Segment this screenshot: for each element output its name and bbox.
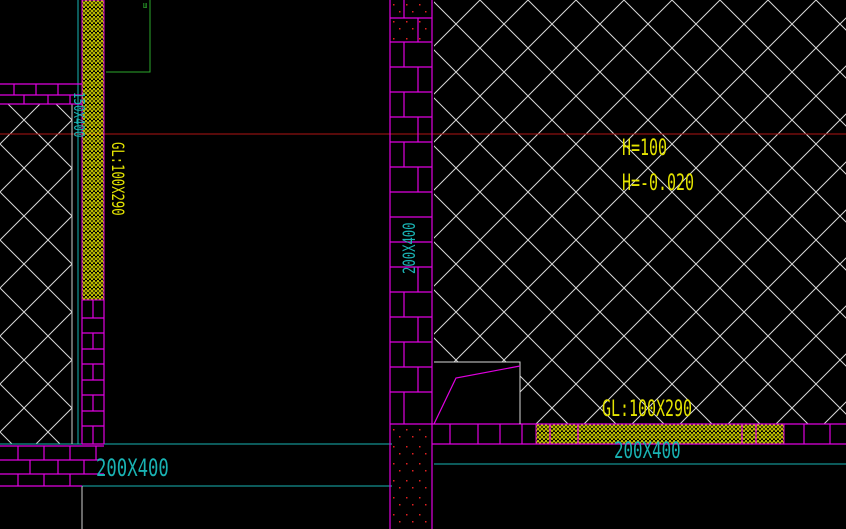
step-cover-black bbox=[434, 362, 520, 424]
left-inner-wall bbox=[81, 0, 105, 445]
lintel-label-vertical: GL:100X290 bbox=[107, 142, 127, 216]
cad-drawing-canvas[interactable]: Ш GL:100X290 150X400 200X400 200X400 H=1… bbox=[0, 0, 846, 529]
hatch-right-room bbox=[434, 0, 846, 424]
beam-label-left-bottom: 200X400 bbox=[96, 454, 169, 482]
column-dots-bottom bbox=[392, 424, 432, 529]
beam-label-center-vertical: 200X400 bbox=[400, 222, 420, 274]
left-bottom-brick-row bbox=[0, 445, 104, 487]
beam-label-left-vertical: 150X400 bbox=[69, 92, 86, 137]
elevation-height-label: H=100 bbox=[622, 136, 667, 161]
column-dots-top bbox=[392, 0, 432, 42]
lintel-label-horizontal: GL:100X290 bbox=[602, 397, 692, 422]
beam-label-right-bottom: 200X400 bbox=[614, 437, 681, 463]
hatch-left-room bbox=[0, 104, 72, 444]
green-bracket-mark: Ш bbox=[143, 2, 147, 10]
green-bracket bbox=[106, 0, 151, 73]
elevation-level-label: H=-0.020 bbox=[622, 171, 694, 196]
